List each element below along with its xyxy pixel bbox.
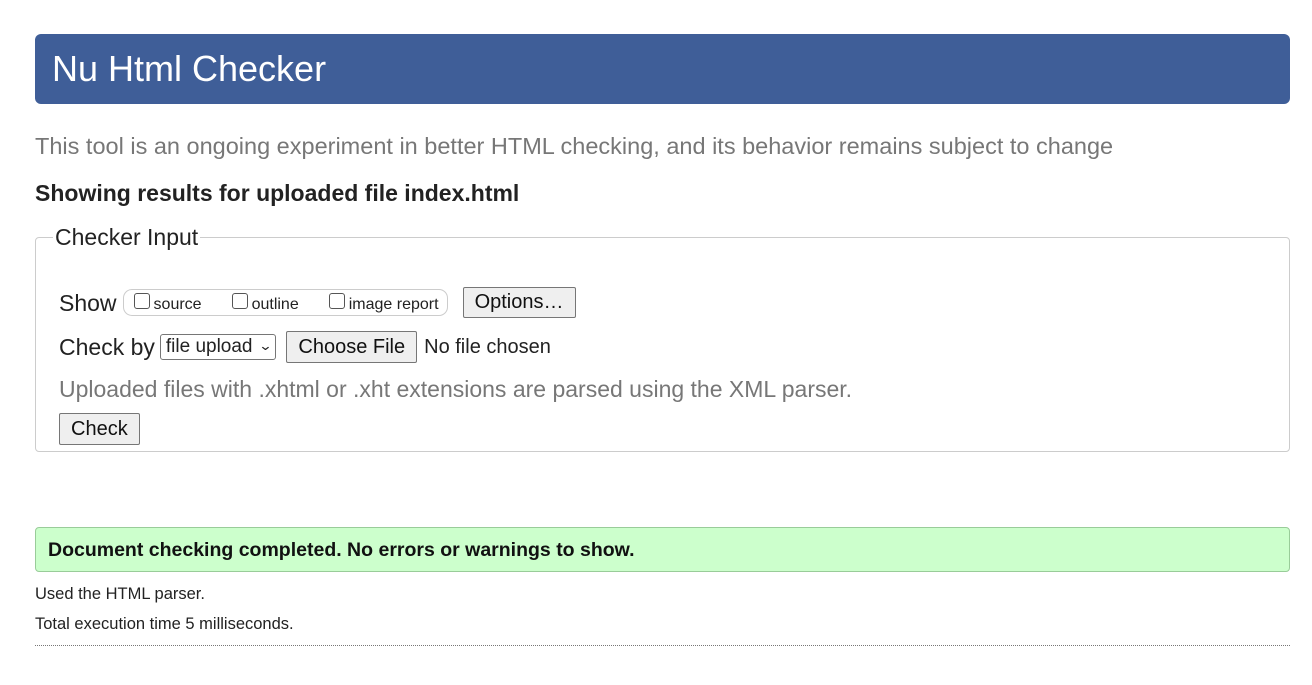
check-row: Check — [59, 413, 140, 445]
execution-time: Total execution time 5 milliseconds. — [35, 615, 294, 633]
check-by-select[interactable]: file upload ⌄ — [159, 334, 277, 360]
options-button[interactable]: Options… — [462, 287, 576, 318]
page-header: Nu Html Checker — [35, 34, 1290, 104]
page-title: Nu Html Checker — [52, 48, 327, 89]
page: Nu Html Checker This tool is an ongoing … — [0, 0, 1312, 685]
source-checkbox-label[interactable]: source — [154, 295, 202, 315]
results-heading: Showing results for uploaded file index.… — [35, 180, 520, 206]
image-report-checkbox-label[interactable]: image report — [349, 295, 439, 315]
tool-subtitle: This tool is an ongoing experiment in be… — [35, 133, 1114, 159]
check-by-selected-value[interactable]: file upload — [166, 336, 253, 358]
show-image-report-option[interactable]: image report — [328, 292, 439, 315]
check-by-label: Check by — [59, 334, 155, 360]
image-report-checkbox[interactable] — [328, 292, 345, 309]
parser-note: Uploaded files with .xhtml or .xht exten… — [59, 376, 853, 402]
show-options-group: source outline image report — [122, 289, 448, 316]
parser-note-row: Uploaded files with .xhtml or .xht exten… — [59, 374, 852, 404]
show-label: Show — [59, 289, 117, 316]
file-status-text: No file chosen — [424, 335, 551, 358]
checker-input-fieldset: Checker Input Show source outline image … — [35, 224, 1290, 452]
source-checkbox[interactable] — [133, 292, 150, 309]
check-by-row: Check by file upload ⌄ Choose File No fi… — [59, 331, 551, 363]
show-source-option[interactable]: source — [133, 292, 202, 315]
success-message-box: Document checking completed. No errors o… — [35, 527, 1290, 572]
choose-file-button[interactable]: Choose File — [286, 331, 418, 363]
outline-checkbox[interactable] — [231, 292, 248, 309]
show-row: Show source outline image report Options… — [59, 287, 576, 318]
success-message: Document checking completed. No errors o… — [48, 539, 635, 561]
checker-input-legend: Checker Input — [55, 224, 199, 250]
chevron-down-icon[interactable]: ⌄ — [258, 338, 272, 354]
check-button[interactable]: Check — [59, 413, 140, 445]
outline-checkbox-label[interactable]: outline — [252, 295, 299, 315]
results-divider — [35, 645, 1290, 646]
parser-info: Used the HTML parser. — [35, 585, 205, 603]
show-outline-option[interactable]: outline — [231, 292, 299, 315]
